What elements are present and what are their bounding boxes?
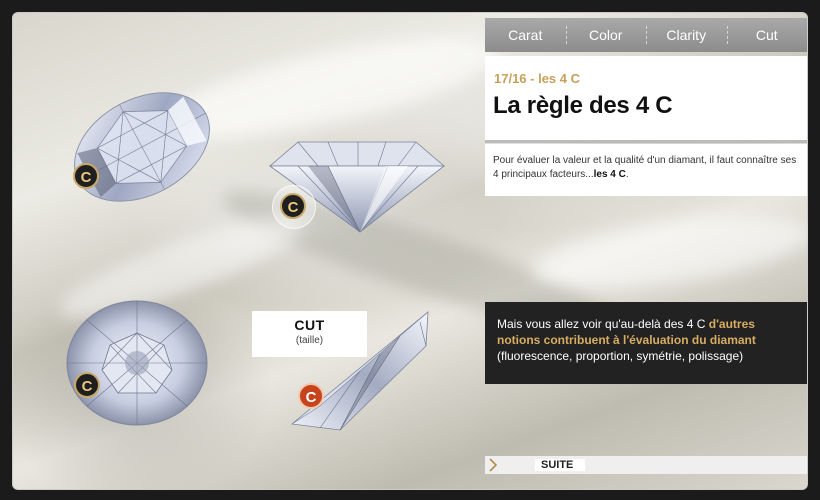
diamond-image-clarity	[66, 300, 208, 426]
intro-panel: Pour évaluer la valeur et la qualité d'u…	[485, 144, 807, 196]
slide-frame: C C C CUT (taille) C Carat Color Clarity…	[12, 12, 808, 490]
clarity-badge-icon[interactable]: C	[74, 372, 100, 398]
page-subtitle: 17/16 - les 4 C	[494, 71, 580, 86]
next-button-label: SUITE	[535, 459, 586, 471]
callout-panel: Mais vous allez voir qu'au-delà des 4 C …	[485, 302, 807, 384]
next-button[interactable]: SUITE	[485, 456, 807, 474]
tab-carat[interactable]: Carat	[485, 18, 566, 52]
carat-badge-icon[interactable]: C	[73, 163, 99, 189]
tab-bar: Carat Color Clarity Cut	[485, 18, 807, 52]
callout-note: (fluorescence, proportion, symétrie, pol…	[497, 349, 744, 363]
cut-badge-icon[interactable]: C	[298, 383, 324, 409]
color-badge-icon[interactable]: C	[280, 193, 306, 219]
silk-fold	[529, 202, 808, 302]
diamond-image-cut	[291, 311, 429, 431]
tab-cut[interactable]: Cut	[726, 18, 808, 52]
chevron-right-icon[interactable]	[485, 456, 501, 474]
intro-text: Pour évaluer la valeur et la qualité d'u…	[493, 155, 797, 180]
title-panel: 17/16 - les 4 C La règle des 4 C	[485, 56, 807, 140]
tab-clarity[interactable]: Clarity	[646, 18, 727, 52]
page-title: La règle des 4 C	[493, 92, 673, 119]
intro-bold: les 4 C	[593, 169, 626, 180]
diamond-image-carat	[74, 92, 210, 202]
tab-color[interactable]: Color	[565, 18, 647, 52]
callout-text: Mais vous allez voir qu'au-delà des 4 C …	[497, 317, 756, 363]
